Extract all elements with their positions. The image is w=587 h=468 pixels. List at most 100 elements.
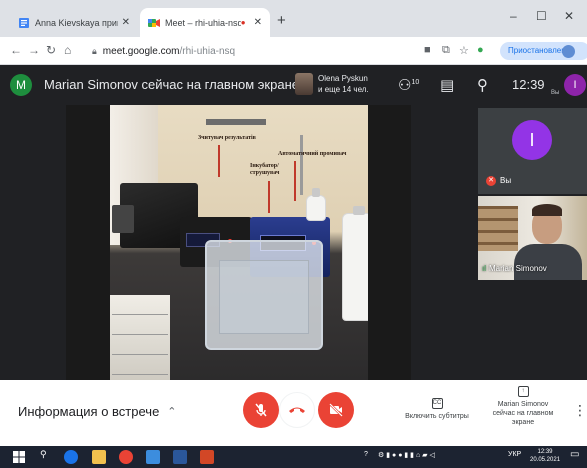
annotation-washer: Автоматичний промивач (278, 151, 347, 157)
word-icon[interactable] (173, 450, 187, 464)
close-tab-icon[interactable]: ✕ (122, 17, 130, 28)
chrome-icon[interactable] (119, 450, 133, 464)
participants-first-name: Olena Pyskun (318, 74, 368, 83)
cabinet-drawer (112, 319, 168, 335)
presenting-button[interactable]: ↑ Marian Simonov сейчас на главном экран… (486, 386, 560, 427)
tab-title: Meet – rhi-uhia-nsq (165, 17, 241, 28)
meeting-info-label: Информация о встрече (18, 404, 160, 419)
taskbar-clock[interactable]: 12:39 20.05.2021 (530, 448, 560, 464)
phone-hangup-icon (289, 407, 305, 413)
star-icon[interactable]: ☆ (459, 44, 469, 57)
profile-avatar[interactable] (562, 45, 575, 58)
self-avatar[interactable]: I (564, 74, 586, 96)
minimize-icon[interactable]: – (510, 9, 517, 23)
meet-logo-icon (148, 18, 160, 27)
document-icon (19, 17, 29, 28)
tab-title: Anna Kievskaya приглашает ва (35, 17, 118, 28)
address-bar: ← → ↻ ⌂ 🔒︎ meet.google.com/rhi-uhia-nsq … (0, 37, 587, 65)
call-controls: Информация о встрече ⌃ CC Включить субти… (0, 380, 587, 446)
browser-tab-meet[interactable]: Meet – rhi-uhia-nsq ● ✕ (140, 8, 270, 37)
self-tile[interactable]: I ✕ Вы (478, 108, 587, 194)
presenter-hair (532, 204, 562, 216)
people-icon[interactable]: ⚇10 (398, 76, 419, 94)
presenter-tile-name: Marian Simonov (489, 264, 547, 273)
extension-icon[interactable]: ● (477, 44, 484, 56)
camera-off-icon (329, 403, 343, 417)
plus-icon[interactable]: + (277, 12, 286, 29)
audio-level-icon: ıl (482, 264, 486, 273)
annotation-arrow (218, 145, 220, 177)
tube-rack (206, 119, 266, 125)
self-tile-name: Вы (500, 176, 512, 185)
close-tab-icon[interactable]: ✕ (254, 17, 262, 28)
windows-taskbar: ⚲ ? ⚙ ▮ ● ● ▮ ▮ ⌂ ▰ ◁ УКР 12:39 20.05.20… (0, 446, 587, 468)
notifications-icon[interactable]: ▭ (570, 449, 579, 460)
self-tile-avatar: I (512, 120, 552, 160)
mic-off-icon (255, 403, 267, 417)
participants-more: и еще 14 чел. (318, 85, 369, 94)
reagent-bottle (342, 206, 368, 321)
taskbar-time: 12:39 (537, 449, 553, 455)
home-icon[interactable]: ⌂ (64, 43, 71, 57)
presenter-body (514, 244, 582, 280)
annotation-arrow (294, 161, 296, 201)
close-icon[interactable]: ✕ (564, 9, 574, 23)
presenter-title: Marian Simonov сейчас на главном экране (44, 77, 299, 92)
mic-off-icon: ✕ (486, 176, 496, 186)
file-explorer-icon[interactable] (92, 450, 106, 464)
screen: Anna Kievskaya приглашает ва ✕ Meet – rh… (0, 0, 587, 468)
mic-toggle-button[interactable] (243, 392, 279, 428)
url-host: meet.google.com (102, 45, 180, 57)
annotation-reader: Зчитувач результатів (198, 135, 256, 141)
recording-dot-icon: ● (240, 18, 246, 27)
tray-inner (219, 260, 309, 334)
bottle-cap (352, 206, 366, 215)
plate-tray (205, 240, 323, 350)
back-icon[interactable]: ← (10, 43, 22, 57)
presenter-avatar: M (10, 74, 32, 96)
help-icon[interactable]: ? (364, 451, 368, 458)
reader-panel (112, 205, 134, 233)
cast-icon[interactable]: ⧉ (442, 44, 450, 57)
bookshelf (478, 206, 518, 251)
presenting-label: Marian Simonov сейчас на главном экране (492, 401, 554, 426)
store-icon[interactable] (146, 450, 160, 464)
keyboard-language[interactable]: УКР (508, 451, 521, 458)
cabinet-drawer (112, 359, 168, 375)
tray-icons[interactable]: ⚙ ▮ ● ● ▮ ▮ ⌂ ▰ ◁ (378, 451, 435, 459)
url-field[interactable]: 🔒︎ meet.google.com/rhi-uhia-nsq (82, 41, 412, 61)
browser-tab-strip: Anna Kievskaya приглашает ва ✕ Meet – rh… (0, 0, 587, 37)
tubes (300, 135, 303, 195)
shared-screen: Зчитувач результатів Інкубатор/ струшува… (66, 105, 411, 380)
captions-button[interactable]: CC Включить субтитры (398, 398, 476, 421)
bottle-cap (312, 188, 320, 197)
annotation-arrow (268, 181, 270, 213)
meeting-clock: 12:39 (512, 77, 545, 92)
presenter-camera-tile[interactable]: ıl Marian Simonov (478, 196, 587, 280)
participants-summary[interactable]: Olena Pyskun и еще 14 чел. (318, 73, 369, 95)
closed-captions-icon: CC (431, 398, 443, 409)
lock-icon: 🔒︎ (92, 45, 97, 56)
camera-permission-icon[interactable]: ■ (424, 44, 431, 56)
powerpoint-icon[interactable] (200, 450, 214, 464)
windows-start-icon[interactable] (12, 450, 26, 464)
more-options-icon[interactable]: ⋮ (573, 402, 587, 419)
search-icon[interactable]: ⚲ (40, 449, 47, 460)
chat-icon[interactable]: ▤ (440, 76, 454, 94)
url-path: /rhi-uhia-nsq (179, 45, 236, 57)
people-count: 10 (411, 79, 420, 86)
hang-up-button[interactable] (279, 392, 315, 428)
meeting-info-button[interactable]: Информация о встрече ⌃ (18, 404, 177, 419)
shared-screen-image: Зчитувач результатів Інкубатор/ струшува… (110, 105, 368, 380)
activities-icon[interactable]: ⚲ (477, 76, 488, 94)
edge-icon[interactable] (64, 450, 78, 464)
cabinet-drawer (112, 339, 168, 355)
camera-toggle-button[interactable] (318, 392, 354, 428)
forward-icon[interactable]: → (28, 43, 40, 57)
captions-label: Включить субтитры (405, 413, 469, 420)
maximize-icon[interactable]: ☐ (536, 9, 547, 23)
browser-tab-invite[interactable]: Anna Kievskaya приглашает ва ✕ (10, 8, 138, 37)
chevron-up-icon: ⌃ (167, 406, 177, 418)
reload-icon[interactable]: ↻ (46, 43, 56, 57)
present-screen-icon: ↑ (517, 386, 529, 397)
